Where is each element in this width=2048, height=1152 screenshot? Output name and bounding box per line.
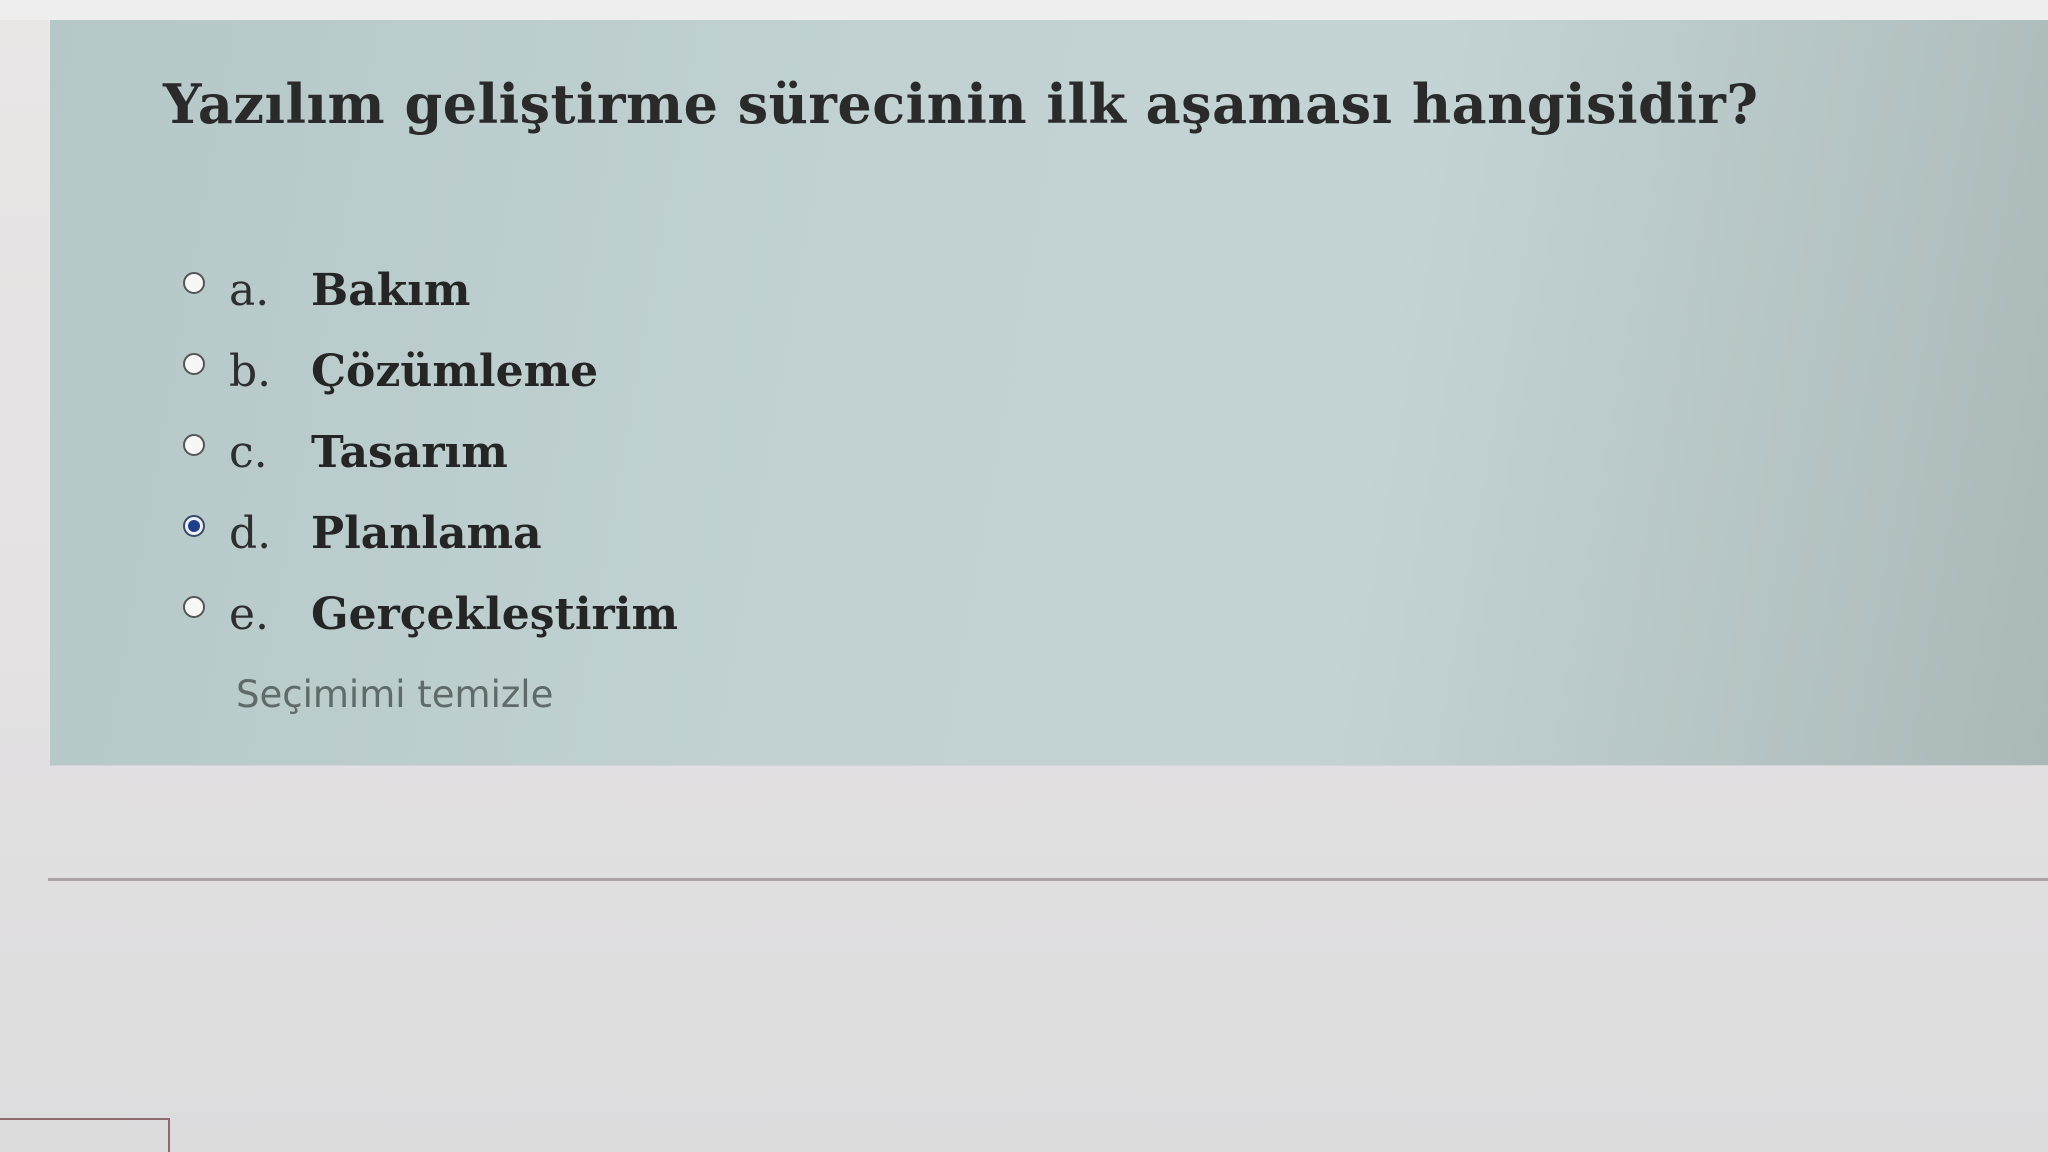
divider-line xyxy=(48,878,2048,881)
radio-button-b[interactable] xyxy=(183,352,205,375)
option-text: Çözümleme xyxy=(311,346,599,397)
answer-option-c[interactable]: c. Tasarım xyxy=(180,412,678,493)
option-letter: d. xyxy=(229,508,272,559)
radio-button-d[interactable] xyxy=(183,514,205,537)
question-panel: Yazılım geliştirme sürecinin ilk aşaması… xyxy=(50,20,2048,765)
partial-button-outline xyxy=(0,1118,170,1152)
answer-option-e[interactable]: e. Gerçekleştirim xyxy=(180,574,678,655)
question-text: Yazılım geliştirme sürecinin ilk aşaması… xyxy=(163,72,1759,136)
option-letter: c. xyxy=(229,427,268,478)
option-text: Gerçekleştirim xyxy=(311,589,678,640)
radio-button-c[interactable] xyxy=(183,433,205,456)
page-top-strip xyxy=(0,0,2048,20)
answer-option-a[interactable]: a. Bakım xyxy=(180,250,678,331)
answer-option-b[interactable]: b. Çözümleme xyxy=(180,331,678,412)
clear-choice-link[interactable]: Seçimimi temizle xyxy=(236,673,553,716)
option-letter: b. xyxy=(229,346,272,397)
option-text: Planlama xyxy=(311,508,542,559)
answer-list: a. Bakım b. Çözümleme c. Tasarım d. Plan… xyxy=(180,250,678,655)
option-letter: e. xyxy=(229,589,270,640)
radio-button-e[interactable] xyxy=(183,595,205,618)
option-text: Tasarım xyxy=(311,427,508,478)
option-letter: a. xyxy=(229,265,270,316)
answer-option-d[interactable]: d. Planlama xyxy=(180,493,678,574)
option-text: Bakım xyxy=(311,265,471,316)
radio-button-a[interactable] xyxy=(183,271,205,294)
